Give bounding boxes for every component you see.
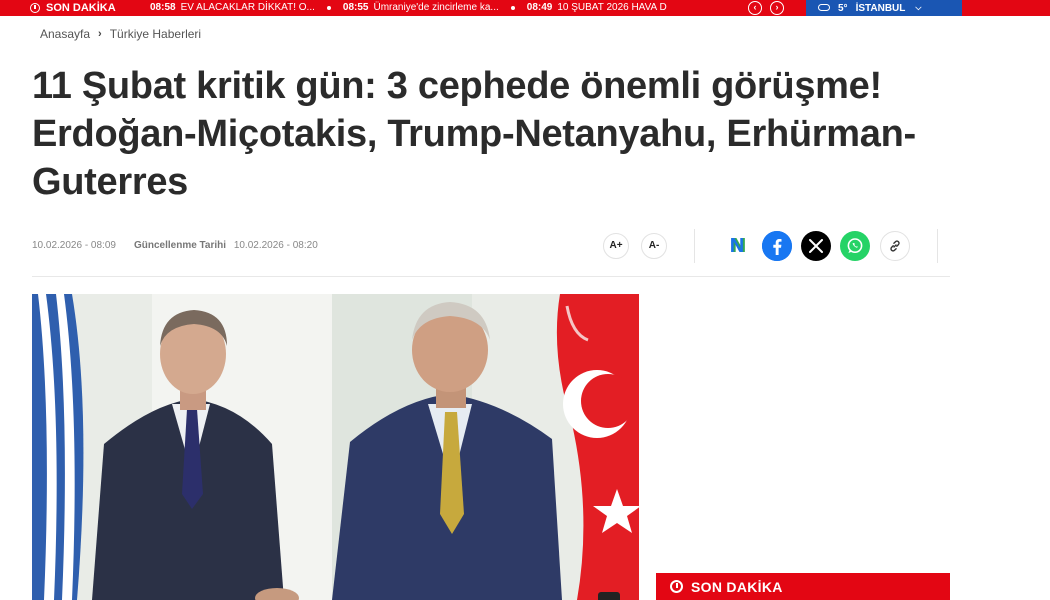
article-meta: 10.02.2026 - 08:09 Güncellenme Tarihi 10… [32,240,318,251]
breadcrumb-category[interactable]: Türkiye Haberleri [110,27,201,41]
article-title: 11 Şubat kritik gün: 3 cephede önemli gö… [32,65,916,203]
clock-icon [30,3,40,13]
cloud-icon [818,3,830,11]
breaking-news-ticker: SON DAKİKA 08:58 EV ALACAKLAR DİKKAT! O.… [0,0,1050,16]
breadcrumb-home[interactable]: Anasayfa [40,27,90,41]
font-decrease-button[interactable]: A- [641,233,667,259]
article-photo-illustration [32,294,639,600]
chevron-left-icon[interactable]: ‹ [748,1,762,15]
meta-divider [694,229,695,263]
facebook-icon [762,231,792,261]
weather-widget[interactable]: 5° İSTANBUL ⌵ [806,0,962,16]
copy-link-button[interactable] [880,231,910,261]
x-icon [809,239,823,253]
font-increase-button[interactable]: A+ [603,233,629,259]
son-dakika-panel-header[interactable]: SON DAKİKA [656,573,950,600]
expand-icon[interactable] [598,592,620,600]
facebook-share-button[interactable] [762,231,792,261]
ticker-news-time: 08:58 [150,2,176,13]
whatsapp-icon [847,238,863,254]
ticker-label-text: SON DAKİKA [46,2,116,14]
updated-date: 10.02.2026 - 08:20 [233,240,318,251]
updated-info: Güncellenme Tarihi 10.02.2026 - 08:20 [134,240,318,251]
article-main-image[interactable] [32,294,639,600]
chevron-right-icon[interactable]: › [770,1,784,15]
google-news-button[interactable]: N [722,231,752,261]
x-share-button[interactable] [801,231,831,261]
chevron-down-icon: ⌵ [915,3,922,12]
ticker-news-text: EV ALACAKLAR DİKKAT! O... [180,2,315,13]
whatsapp-share-button[interactable] [840,231,870,261]
ticker-arrows: ‹ › [748,1,784,15]
ticker-news-list: 08:58 EV ALACAKLAR DİKKAT! O... 08:55 Üm… [150,0,667,16]
ticker-news-time: 08:55 [342,2,369,13]
ticker-separator [326,6,331,10]
ticker-label[interactable]: SON DAKİKA [30,0,116,16]
chevron-right-icon: › [98,28,102,40]
ticker-news-item[interactable]: 08:58 EV ALACAKLAR DİKKAT! O... [150,0,315,16]
weather-city: İSTANBUL [855,2,906,14]
greek-flag [32,294,84,600]
ticker-news-item[interactable]: 08:55 Ümraniye'de zincirleme ka... [343,0,499,16]
google-news-icon: N [729,234,745,257]
ticker-news-time: 08:49 [526,2,553,13]
breadcrumb: Anasayfa › Türkiye Haberleri [40,27,201,41]
link-icon [890,240,900,252]
son-dakika-title: SON DAKİKA [691,578,783,595]
published-date: 10.02.2026 - 08:09 [32,240,116,251]
ticker-separator [510,6,515,10]
ticker-news-text: Ümraniye'de zincirleme ka... [373,2,499,13]
updated-label: Güncellenme Tarihi [133,240,227,251]
weather-temp: 5° [838,2,848,14]
clock-icon [670,580,683,593]
ticker-news-item[interactable]: 08:49 10 ŞUBAT 2026 HAVA D [527,0,667,16]
meta-separator-line [32,276,950,277]
ticker-news-text: 10 ŞUBAT 2026 HAVA D [557,2,667,13]
meta-divider [937,229,938,263]
